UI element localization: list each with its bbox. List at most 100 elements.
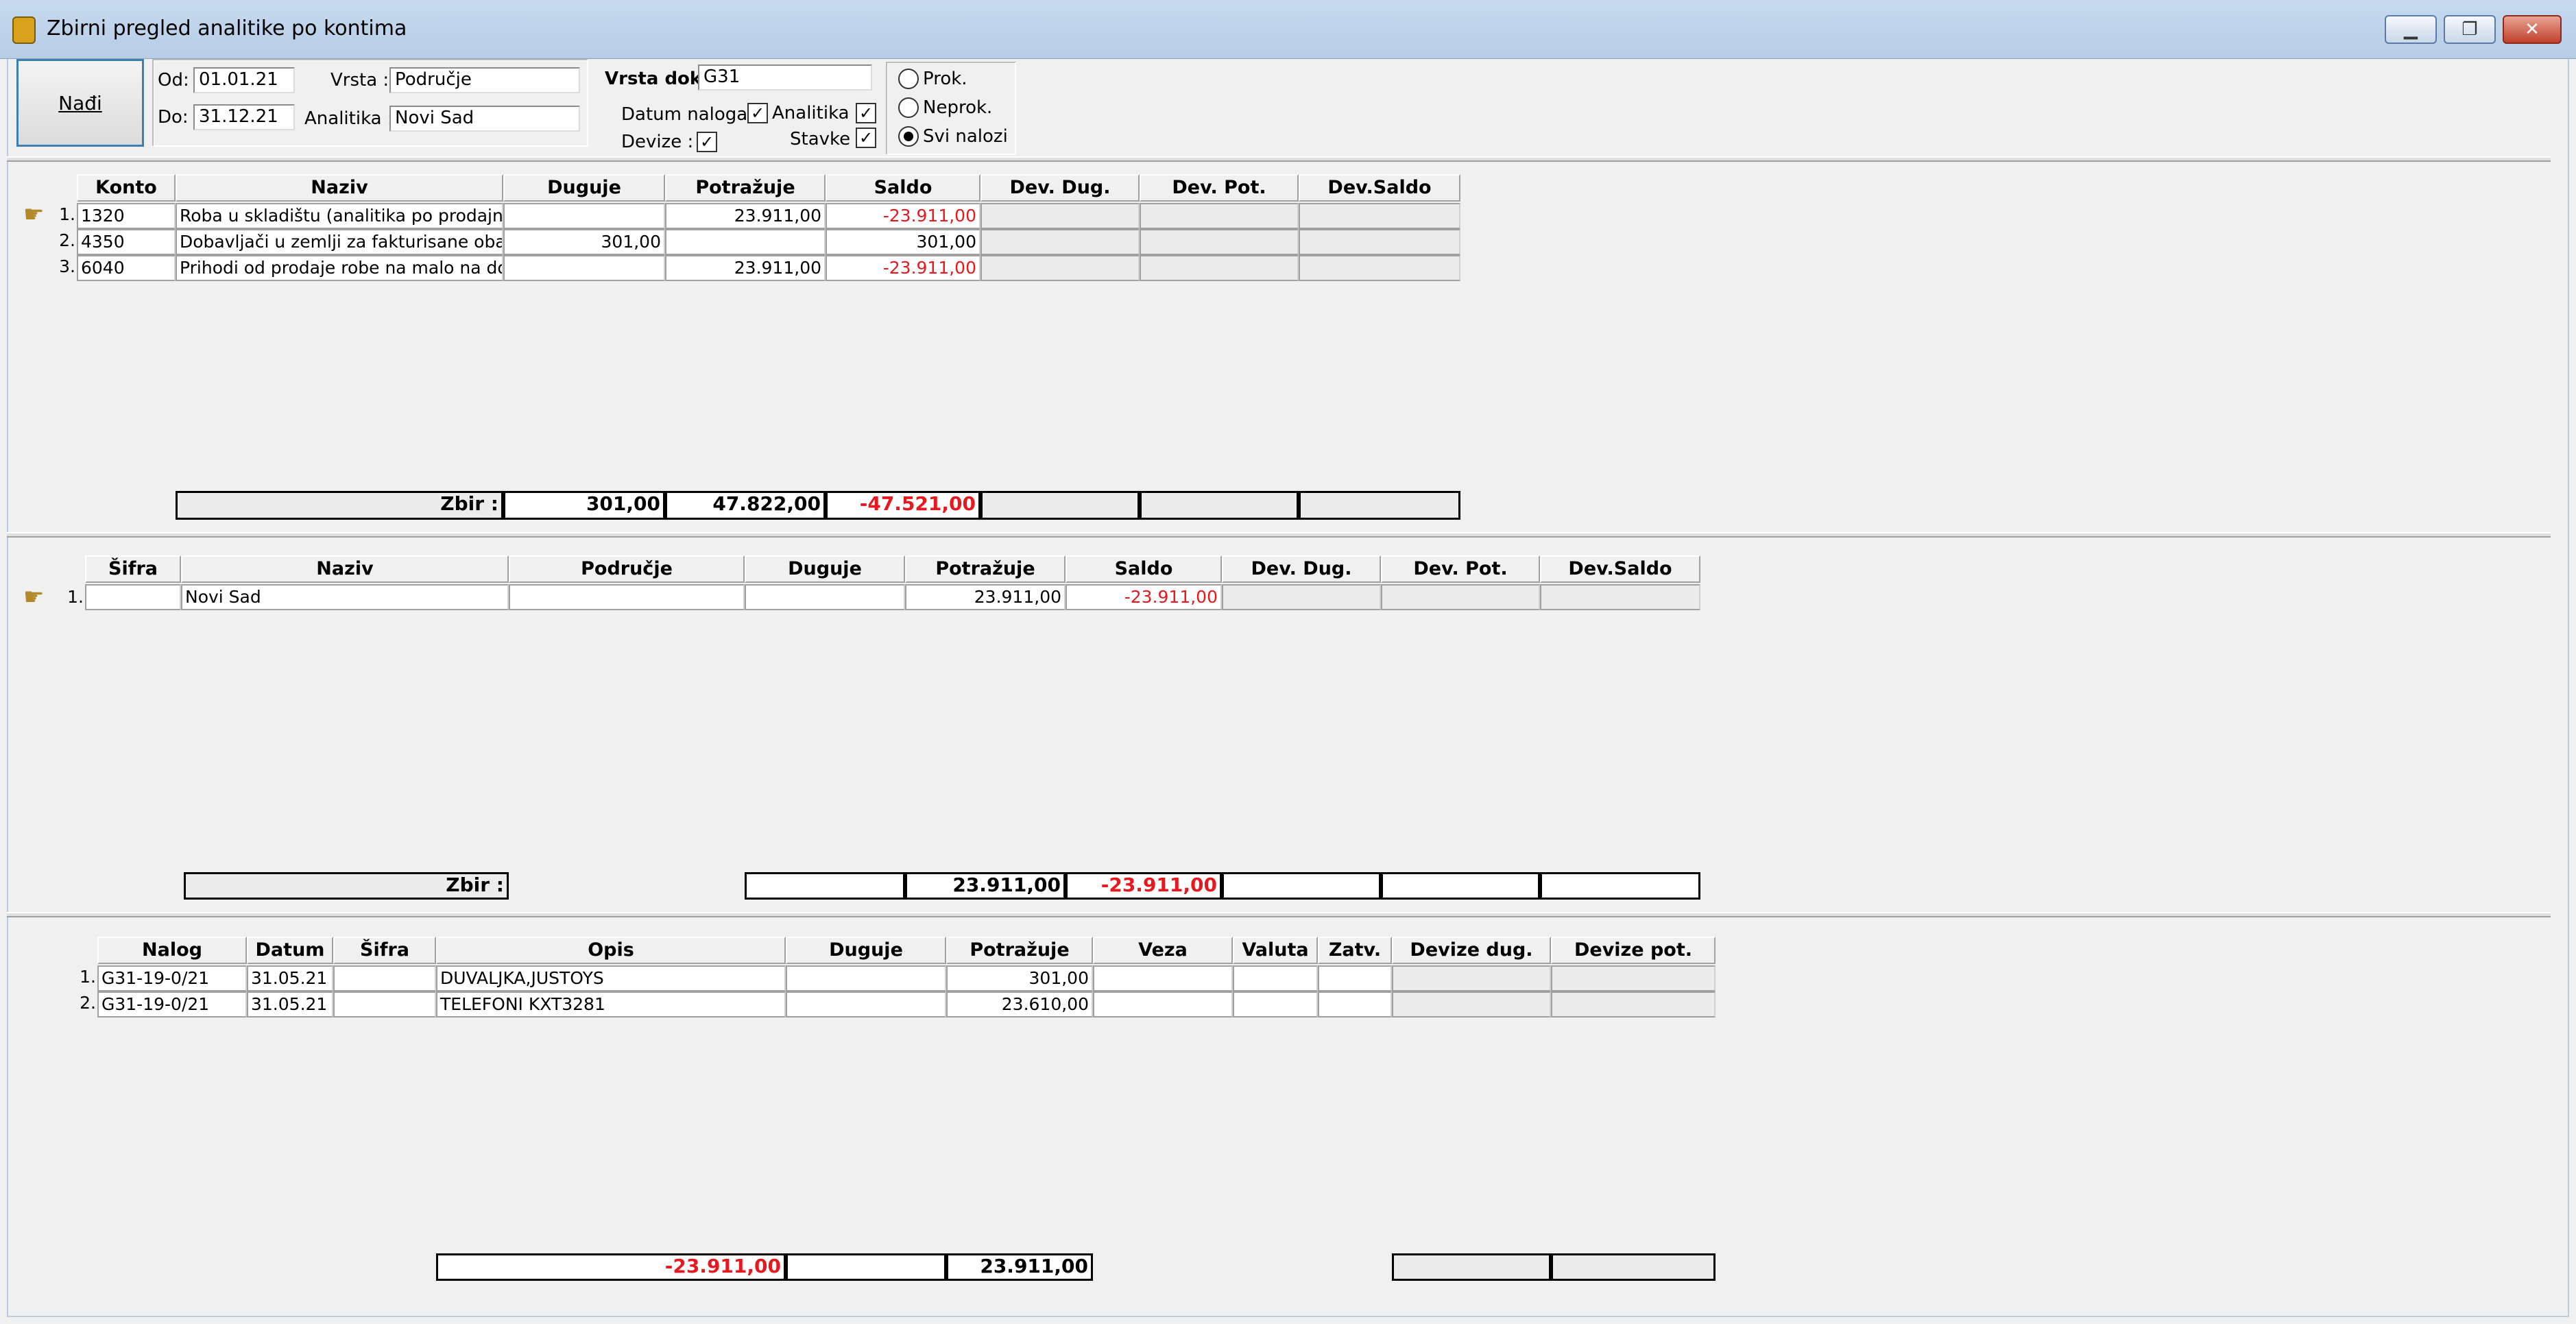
- row-pointer-icon: ☛: [23, 583, 45, 611]
- analitika-header-dev-dug[interactable]: Dev. Dug.: [1222, 555, 1381, 583]
- stavke-header-datum[interactable]: Datum: [247, 937, 333, 964]
- stavke-cell-valuta[interactable]: [1233, 991, 1318, 1018]
- stavke-cell-duguje[interactable]: [786, 991, 946, 1018]
- konta-header-duguje[interactable]: Duguje: [503, 174, 665, 202]
- stavke-header-opis[interactable]: Opis: [436, 937, 786, 964]
- konta-cell-duguje[interactable]: 301,00: [503, 229, 665, 255]
- stavke-header-veza[interactable]: Veza: [1093, 937, 1233, 964]
- stavke-cell-nalog[interactable]: G31-19-0/21: [97, 991, 247, 1018]
- datum-naloga-checkbox[interactable]: ✓: [747, 103, 768, 123]
- stavke-header-devize-dug[interactable]: Devize dug.: [1392, 937, 1551, 964]
- vrsta-dok-field[interactable]: G31: [698, 64, 872, 91]
- stavke-cell-devize-dug[interactable]: [1392, 965, 1551, 991]
- konta-header-naziv[interactable]: Naziv: [176, 174, 503, 202]
- stavke-cell-sifra[interactable]: [333, 965, 436, 991]
- stavke-cell-nalog[interactable]: G31-19-0/21: [97, 965, 247, 991]
- konta-cell-dev-dug[interactable]: [980, 203, 1140, 229]
- find-button[interactable]: Nađi: [16, 59, 144, 147]
- konta-cell-dev-pot[interactable]: [1140, 203, 1299, 229]
- konta-cell-naziv[interactable]: Prihodi od prodaje robe na malo na dom: [176, 255, 503, 281]
- analitika-cell-dev-dug[interactable]: [1222, 584, 1381, 610]
- stavke-checkbox[interactable]: ✓: [856, 128, 876, 148]
- analitika-header-sifra[interactable]: Šifra: [85, 555, 181, 583]
- konta-cell-saldo[interactable]: -23.911,00: [826, 255, 980, 281]
- stavke-cell-potrazuje[interactable]: 23.610,00: [946, 991, 1093, 1018]
- close-button[interactable]: ✕: [2503, 15, 2562, 44]
- do-date-field[interactable]: 31.12.21: [193, 104, 295, 130]
- radio-neprok[interactable]: [898, 97, 919, 118]
- analitika-header-naziv[interactable]: Naziv: [181, 555, 509, 583]
- stavke-cell-opis[interactable]: TELEFONI KXT3281: [436, 991, 786, 1018]
- analitika-field[interactable]: Novi Sad: [389, 106, 580, 132]
- konta-header-potrazuje[interactable]: Potražuje: [665, 174, 826, 202]
- konta-cell-saldo[interactable]: 301,00: [826, 229, 980, 255]
- analitika-cell-naziv[interactable]: Novi Sad: [181, 584, 509, 610]
- konta-cell-dev-dug[interactable]: [980, 255, 1140, 281]
- stavke-header-potrazuje[interactable]: Potražuje: [946, 937, 1093, 964]
- konta-cell-potrazuje[interactable]: 23.911,00: [665, 255, 826, 281]
- analitika-header-podrucje[interactable]: Područje: [509, 555, 745, 583]
- stavke-header-valuta[interactable]: Valuta: [1233, 937, 1318, 964]
- konta-cell-konto[interactable]: 6040: [77, 255, 176, 281]
- konta-cell-dev-dug[interactable]: [980, 229, 1140, 255]
- analitika-header-dev-pot[interactable]: Dev. Pot.: [1381, 555, 1540, 583]
- analitika-header-duguje[interactable]: Duguje: [745, 555, 905, 583]
- konta-cell-potrazuje[interactable]: 23.911,00: [665, 203, 826, 229]
- konta-header-dev-pot[interactable]: Dev. Pot.: [1140, 174, 1299, 202]
- stavke-cell-zatv[interactable]: [1318, 991, 1392, 1018]
- minimize-button[interactable]: ▁: [2385, 15, 2437, 44]
- analitika-cell-duguje[interactable]: [745, 584, 905, 610]
- konta-cell-dev-saldo[interactable]: [1299, 203, 1460, 229]
- analitika-cell-dev-saldo[interactable]: [1540, 584, 1700, 610]
- konta-cell-dev-saldo[interactable]: [1299, 229, 1460, 255]
- analitika-header-saldo[interactable]: Saldo: [1066, 555, 1222, 583]
- konta-cell-saldo[interactable]: -23.911,00: [826, 203, 980, 229]
- stavke-cell-opis[interactable]: DUVALJKA,JUSTOYS: [436, 965, 786, 991]
- stavke-header-sifra[interactable]: Šifra: [333, 937, 436, 964]
- stavke-header-duguje[interactable]: Duguje: [786, 937, 946, 964]
- stavke-header-devize-pot[interactable]: Devize pot.: [1551, 937, 1716, 964]
- konta-cell-dev-pot[interactable]: [1140, 229, 1299, 255]
- konta-cell-potrazuje[interactable]: [665, 229, 826, 255]
- konta-cell-dev-pot[interactable]: [1140, 255, 1299, 281]
- stavke-cell-devize-dug[interactable]: [1392, 991, 1551, 1018]
- stavke-cell-sifra[interactable]: [333, 991, 436, 1018]
- analitika-header-dev-saldo[interactable]: Dev.Saldo: [1540, 555, 1700, 583]
- analitika-cell-sifra[interactable]: [85, 584, 181, 610]
- radio-svi-nalozi[interactable]: [898, 126, 919, 147]
- konta-cell-duguje[interactable]: [503, 255, 665, 281]
- konta-header-saldo[interactable]: Saldo: [826, 174, 980, 202]
- stavke-cell-devize-pot[interactable]: [1551, 965, 1716, 991]
- konta-cell-konto[interactable]: 1320: [77, 203, 176, 229]
- stavke-header-zatv[interactable]: Zatv.: [1318, 937, 1392, 964]
- analitika-cell-potrazuje[interactable]: 23.911,00: [905, 584, 1066, 610]
- stavke-cell-potrazuje[interactable]: 301,00: [946, 965, 1093, 991]
- stavke-cell-veza[interactable]: [1093, 965, 1233, 991]
- stavke-cell-valuta[interactable]: [1233, 965, 1318, 991]
- radio-prok[interactable]: [898, 69, 919, 89]
- analitika-cell-saldo[interactable]: -23.911,00: [1066, 584, 1222, 610]
- od-date-field[interactable]: 01.01.21: [193, 67, 295, 93]
- stavke-cell-devize-pot[interactable]: [1551, 991, 1716, 1018]
- stavke-cell-veza[interactable]: [1093, 991, 1233, 1018]
- konta-cell-duguje[interactable]: [503, 203, 665, 229]
- vrsta-field[interactable]: Područje: [389, 67, 580, 93]
- restore-button[interactable]: ❐: [2444, 15, 2496, 44]
- stavke-header-nalog[interactable]: Nalog: [97, 937, 247, 964]
- analitika-cell-dev-pot[interactable]: [1381, 584, 1540, 610]
- stavke-cell-datum[interactable]: 31.05.21: [247, 991, 333, 1018]
- konta-cell-naziv[interactable]: Dobavljači u zemlji za fakturisane obave: [176, 229, 503, 255]
- konta-cell-naziv[interactable]: Roba u skladištu (analitika po prodajnim: [176, 203, 503, 229]
- stavke-cell-datum[interactable]: 31.05.21: [247, 965, 333, 991]
- konta-header-dev-dug[interactable]: Dev. Dug.: [980, 174, 1140, 202]
- analitika-header-potrazuje[interactable]: Potražuje: [905, 555, 1066, 583]
- devize-checkbox[interactable]: ✓: [697, 132, 717, 152]
- stavke-cell-zatv[interactable]: [1318, 965, 1392, 991]
- stavke-cell-duguje[interactable]: [786, 965, 946, 991]
- analitika-cell-podrucje[interactable]: [509, 584, 745, 610]
- konta-header-dev-saldo[interactable]: Dev.Saldo: [1299, 174, 1460, 202]
- analitika-checkbox[interactable]: ✓: [856, 103, 876, 123]
- konta-cell-dev-saldo[interactable]: [1299, 255, 1460, 281]
- konta-header-konto[interactable]: Konto: [77, 174, 176, 202]
- konta-cell-konto[interactable]: 4350: [77, 229, 176, 255]
